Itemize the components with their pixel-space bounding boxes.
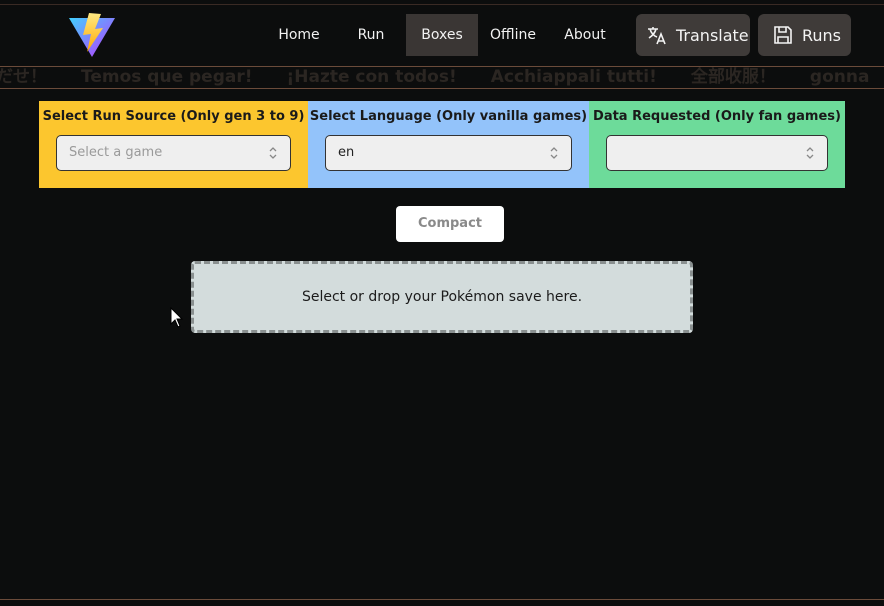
chevron-updown-icon — [806, 147, 814, 159]
compact-button[interactable]: Compact — [396, 206, 504, 242]
translate-icon — [646, 24, 668, 46]
run-source-label: Select Run Source (Only gen 3 to 9) — [42, 109, 305, 124]
language-panel: Select Language (Only vanilla games) en — [308, 101, 589, 188]
nav-home[interactable]: Home — [268, 14, 330, 56]
runs-label: Runs — [802, 25, 842, 45]
header: Home Run Boxes Offline About Translate R… — [0, 0, 884, 66]
nav-boxes[interactable]: Boxes — [406, 14, 478, 56]
nav-about[interactable]: About — [556, 14, 614, 56]
language-select[interactable]: en — [325, 135, 572, 171]
slogan-item: ¡Hazte con todos! — [286, 67, 457, 87]
run-source-placeholder: Select a game — [69, 145, 163, 160]
data-requested-label: Data Requested (Only fan games) — [593, 109, 841, 124]
data-requested-panel: Data Requested (Only fan games) — [589, 101, 845, 188]
chevron-updown-icon — [550, 147, 558, 159]
slogan-marquee: だせ！ Temos que pegar! ¡Hazte con todos! A… — [0, 66, 884, 89]
language-label: Select Language (Only vanilla games) — [309, 109, 588, 124]
vite-logo-icon[interactable] — [68, 12, 116, 58]
chevron-updown-icon — [269, 147, 277, 159]
nav-offline[interactable]: Offline — [484, 14, 542, 56]
slogan-item: Temos que pegar! — [81, 67, 253, 87]
save-icon — [772, 24, 794, 46]
translate-label: Translate — [676, 25, 749, 45]
slogan-item: Acchiappali tutti! — [490, 67, 657, 87]
save-drop-zone[interactable]: Select or drop your Pokémon save here. — [191, 261, 693, 333]
slogan-item: gonna — [809, 67, 870, 87]
run-source-select[interactable]: Select a game — [56, 135, 291, 171]
translate-button[interactable]: Translate — [636, 14, 750, 56]
language-value: en — [338, 145, 355, 160]
slogan-item: 全部收服！ — [690, 67, 776, 87]
slogan-item: だせ！ — [0, 67, 47, 87]
data-requested-select[interactable] — [606, 135, 828, 171]
bottom-edge — [0, 599, 884, 600]
nav-run[interactable]: Run — [344, 14, 398, 56]
runs-button[interactable]: Runs — [758, 14, 851, 56]
mouse-cursor-icon — [170, 307, 184, 328]
run-source-panel: Select Run Source (Only gen 3 to 9) Sele… — [39, 101, 308, 188]
